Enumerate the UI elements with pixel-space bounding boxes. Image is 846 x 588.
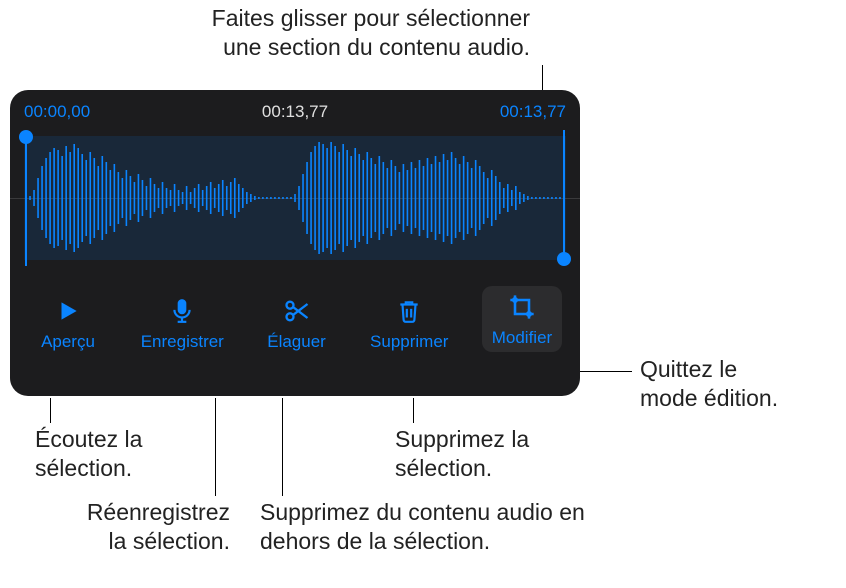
callout-drag-select: Faites glisser pour sélectionnerune sect… [110,4,530,62]
leader-line [50,398,51,423]
callout-delete-selection: Supprimez lasélection. [395,425,595,483]
preview-button[interactable]: Aperçu [28,296,108,352]
microphone-icon [167,296,197,326]
play-icon [53,296,83,326]
leader-line [215,398,216,496]
callout-exit-edit: Quittez lemode édition. [640,355,840,413]
trim-button[interactable]: Élaguer [257,296,337,352]
leader-line [413,398,414,423]
waveform [24,128,566,268]
modify-button[interactable]: Modifier [482,286,562,352]
audio-editor-panel: 00:00,00 00:13,77 00:13,77 [10,90,580,396]
selection-handle-end[interactable] [557,252,571,266]
time-end: 00:13,77 [500,102,566,122]
time-playhead: 00:13,77 [262,102,328,122]
selection-handle-start[interactable] [19,130,33,144]
leader-line [580,371,632,372]
modify-label: Modifier [492,328,552,348]
scissors-icon [282,296,312,326]
preview-label: Aperçu [41,332,95,352]
callout-listen-selection: Écoutez lasélection. [35,425,235,483]
record-label: Enregistrer [141,332,224,352]
record-button[interactable]: Enregistrer [141,296,224,352]
crop-icon [507,292,537,322]
time-start: 00:00,00 [24,102,90,122]
leader-line [282,398,283,496]
trash-icon [394,296,424,326]
editor-toolbar: Aperçu Enregistrer Élaguer [24,286,566,352]
trim-label: Élaguer [267,332,326,352]
delete-label: Supprimer [370,332,448,352]
waveform-area[interactable] [24,128,566,268]
callout-rerecord-selection: Réenregistrezla sélection. [60,498,230,556]
delete-button[interactable]: Supprimer [369,296,449,352]
time-row: 00:00,00 00:13,77 00:13,77 [24,102,566,122]
callout-delete-outside: Supprimez du contenu audio endehors de l… [260,498,640,556]
